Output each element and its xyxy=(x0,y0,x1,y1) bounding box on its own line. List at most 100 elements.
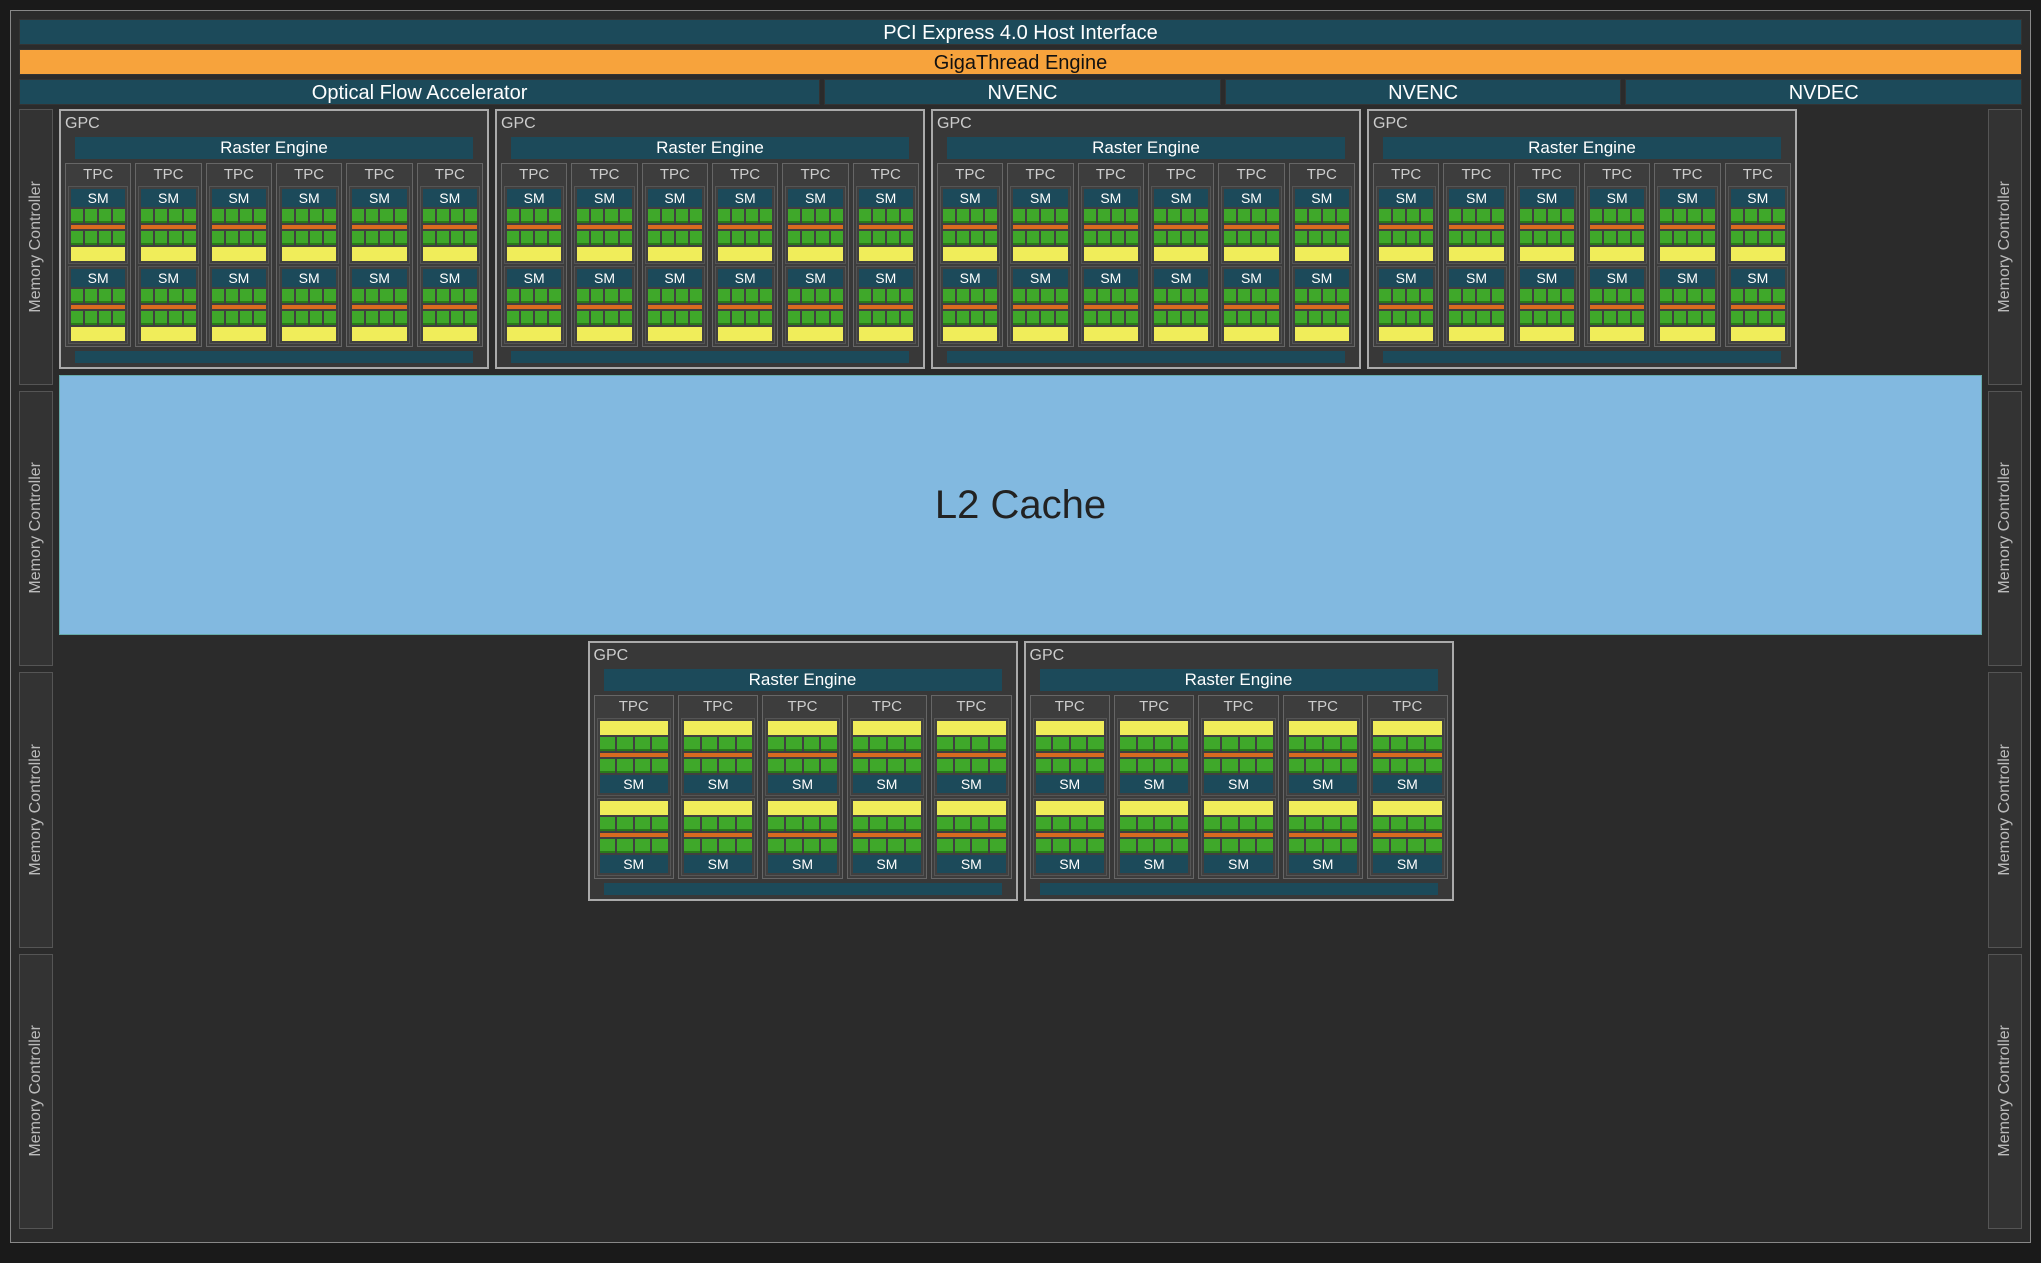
tpc-block: TPCSMSM xyxy=(1283,695,1363,879)
sm-core-row xyxy=(282,209,336,223)
nvdec-bar: NVDEC xyxy=(1625,79,2022,105)
sm-core-row xyxy=(859,209,913,223)
sm-core-row xyxy=(1013,289,1067,303)
sm-core-row xyxy=(943,289,997,303)
sm-core-row xyxy=(648,289,702,303)
sm-sfu-bar xyxy=(648,327,702,341)
sm-divider xyxy=(1289,833,1357,837)
sm-label: SM xyxy=(507,189,561,207)
gpc-bottom-strip xyxy=(1383,351,1781,363)
sm-block: SM xyxy=(349,266,409,344)
sm-divider xyxy=(1154,305,1208,309)
sm-label: SM xyxy=(648,189,702,207)
sm-core-row xyxy=(507,231,561,245)
tpc-block: TPCSMSM xyxy=(1367,695,1447,879)
tpc-label: TPC xyxy=(940,166,1000,184)
sm-block: SM xyxy=(504,266,564,344)
sm-label: SM xyxy=(1289,775,1357,793)
sm-label: SM xyxy=(943,189,997,207)
sm-core-row xyxy=(71,289,125,303)
sm-core-row xyxy=(1731,289,1785,303)
tpc-row: TPCSMSMTPCSMSMTPCSMSMTPCSMSMTPCSMSMTPCSM… xyxy=(1373,163,1791,347)
sm-label: SM xyxy=(423,269,477,287)
sm-sfu-bar xyxy=(71,327,125,341)
sm-core-row xyxy=(1449,289,1503,303)
sm-core-row xyxy=(352,289,406,303)
sm-label: SM xyxy=(1660,269,1714,287)
sm-block: SM xyxy=(68,266,128,344)
sm-core-row xyxy=(600,839,668,853)
sm-divider xyxy=(684,753,752,757)
sm-core-row xyxy=(1449,311,1503,325)
tpc-label: TPC xyxy=(856,166,916,184)
sm-core-row xyxy=(577,311,631,325)
sm-sfu-bar xyxy=(1154,247,1208,261)
sm-label: SM xyxy=(853,855,921,873)
sm-divider xyxy=(212,225,266,229)
sm-label: SM xyxy=(859,269,913,287)
sm-divider xyxy=(859,305,913,309)
gpc-block: GPCRaster EngineTPCSMSMTPCSMSMTPCSMSMTPC… xyxy=(1024,641,1454,901)
sm-core-row xyxy=(1373,817,1441,831)
sm-divider xyxy=(212,305,266,309)
memory-controller: Memory Controller xyxy=(19,109,53,385)
sm-core-row xyxy=(507,289,561,303)
sm-sfu-bar xyxy=(1013,247,1067,261)
sm-block: SM xyxy=(1376,186,1436,264)
sm-divider xyxy=(282,225,336,229)
sm-sfu-bar xyxy=(141,247,195,261)
sm-core-row xyxy=(1289,839,1357,853)
sm-divider xyxy=(937,833,1005,837)
tpc-block: TPCSMSM xyxy=(346,163,412,347)
sm-core-row xyxy=(1373,839,1441,853)
sm-divider xyxy=(1449,225,1503,229)
raster-engine-bar: Raster Engine xyxy=(75,137,473,159)
sm-block: SM xyxy=(1151,266,1211,344)
tpc-label: TPC xyxy=(1117,698,1191,716)
sm-label: SM xyxy=(212,269,266,287)
sm-sfu-bar xyxy=(1084,247,1138,261)
sm-core-row xyxy=(937,737,1005,751)
gpc-label: GPC xyxy=(1030,647,1448,665)
tpc-label: TPC xyxy=(504,166,564,184)
sm-block: SM xyxy=(1081,266,1141,344)
sm-label: SM xyxy=(1204,855,1272,873)
sm-sfu-bar xyxy=(788,327,842,341)
sm-core-row xyxy=(853,817,921,831)
sm-block: SM xyxy=(504,186,564,264)
tpc-label: TPC xyxy=(1081,166,1141,184)
tpc-block: TPCSMSM xyxy=(1218,163,1284,347)
raster-engine-bar: Raster Engine xyxy=(947,137,1345,159)
sm-core-row xyxy=(859,289,913,303)
tpc-block: TPCSMSM xyxy=(594,695,674,879)
sm-divider xyxy=(684,833,752,837)
sm-block: SM xyxy=(1201,798,1275,876)
sm-core-row xyxy=(1036,817,1104,831)
sm-divider xyxy=(1120,753,1188,757)
tpc-label: TPC xyxy=(1370,698,1444,716)
sm-divider xyxy=(1204,833,1272,837)
sm-core-row xyxy=(648,311,702,325)
sm-core-row xyxy=(600,817,668,831)
sm-core-row xyxy=(1731,231,1785,245)
sm-sfu-bar xyxy=(1295,327,1349,341)
sm-label: SM xyxy=(1013,189,1067,207)
raster-engine-bar: Raster Engine xyxy=(1040,669,1438,691)
tpc-block: TPC SM SM xyxy=(501,163,567,347)
tpc-block: TPCSMSM xyxy=(1373,163,1439,347)
gpc-block: GPCRaster EngineTPCSMSMTPCSMSMTPCSMSMTPC… xyxy=(495,109,925,369)
sm-sfu-bar xyxy=(859,327,913,341)
sm-divider xyxy=(1084,305,1138,309)
sm-divider xyxy=(577,305,631,309)
sm-core-row xyxy=(648,231,702,245)
sm-core-row xyxy=(141,209,195,223)
tpc-block: TPCSMSM xyxy=(135,163,201,347)
sm-core-row xyxy=(600,737,668,751)
sm-core-row xyxy=(943,209,997,223)
sm-core-row xyxy=(937,817,1005,831)
sm-core-row xyxy=(71,231,125,245)
sm-sfu-bar xyxy=(768,721,836,735)
sm-divider xyxy=(1373,753,1441,757)
sm-divider xyxy=(718,305,772,309)
sm-core-row xyxy=(1224,289,1278,303)
